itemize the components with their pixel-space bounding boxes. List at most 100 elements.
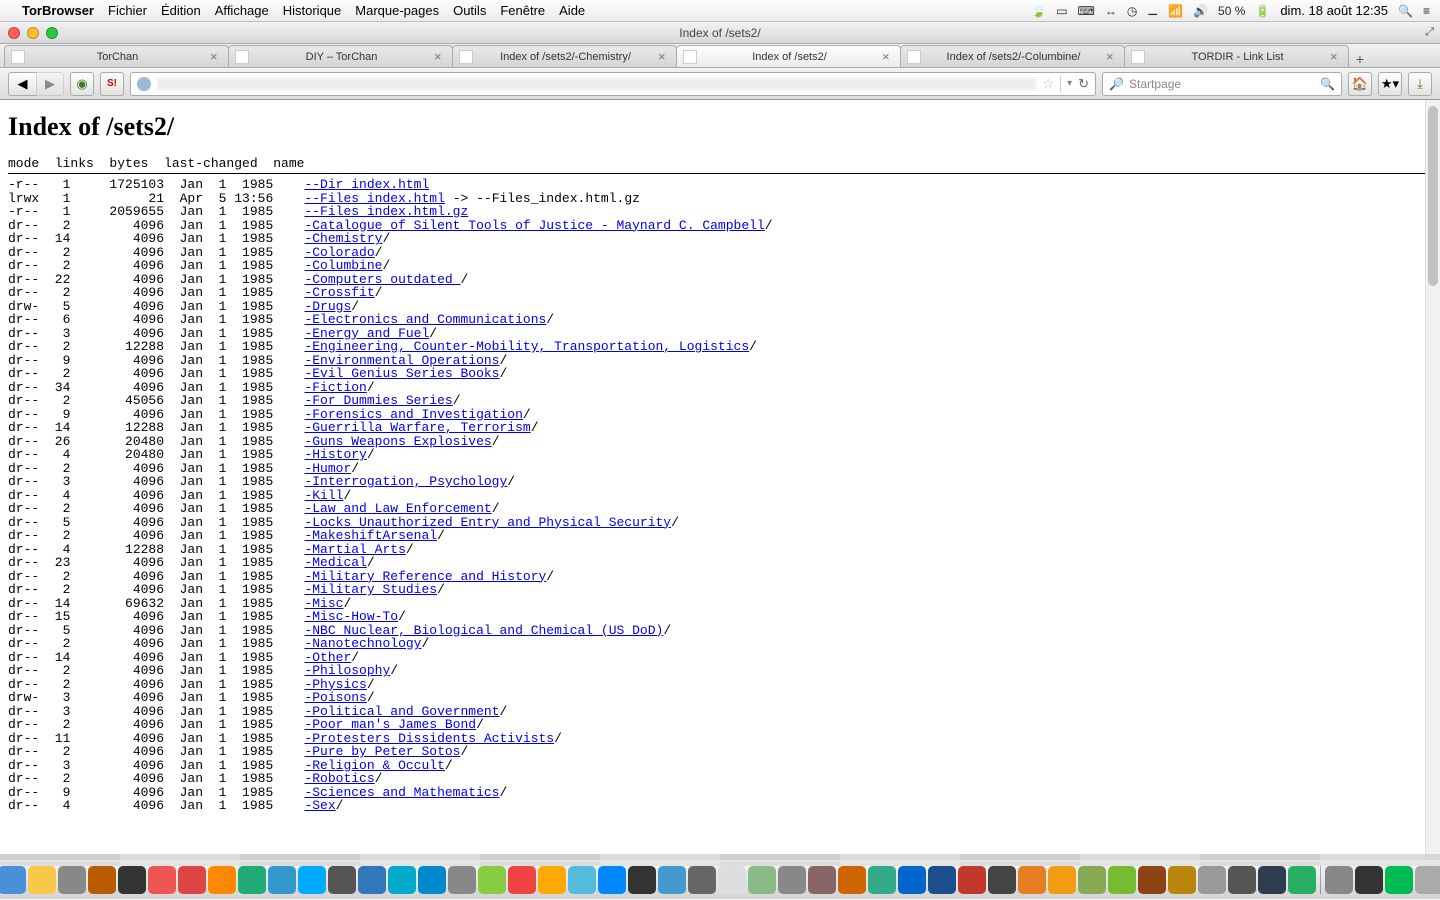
- dock-app-icon[interactable]: [1108, 866, 1136, 894]
- page-content[interactable]: Index of /sets2/ mode links bytes last-c…: [0, 100, 1440, 860]
- dock-app-icon[interactable]: [568, 866, 596, 894]
- keyboard-icon[interactable]: ⌨: [1078, 4, 1095, 18]
- dock-app-icon[interactable]: [268, 866, 296, 894]
- tab-2[interactable]: Index of /sets2/-Chemistry/×: [452, 45, 677, 67]
- dock-app-icon[interactable]: [718, 866, 746, 894]
- scrollbar-thumb[interactable]: [1428, 106, 1438, 286]
- tab-4[interactable]: Index of /sets2/-Columbine/×: [900, 45, 1125, 67]
- search-engine-icon[interactable]: 🔎: [1109, 77, 1123, 91]
- dock-app-icon[interactable]: [328, 866, 356, 894]
- menu-historique[interactable]: Historique: [283, 3, 342, 18]
- menu-aide[interactable]: Aide: [559, 3, 585, 18]
- dock-app-icon[interactable]: [1288, 866, 1316, 894]
- dock[interactable]: [0, 860, 1440, 900]
- sync-icon[interactable]: ↔: [1105, 4, 1117, 18]
- dock-app-icon[interactable]: [1228, 866, 1256, 894]
- torbutton-icon[interactable]: ◉: [70, 72, 94, 96]
- display-icon[interactable]: ▭: [1056, 4, 1067, 18]
- dock-app-icon[interactable]: [1018, 866, 1046, 894]
- dock-app-icon[interactable]: [88, 866, 116, 894]
- dock-app-icon[interactable]: [448, 866, 476, 894]
- tab-close-icon[interactable]: ×: [210, 49, 222, 64]
- tab-3[interactable]: Index of /sets2/×: [676, 45, 901, 67]
- dock-app-icon[interactable]: [658, 866, 686, 894]
- dock-app-icon[interactable]: [508, 866, 536, 894]
- dock-app-icon[interactable]: [178, 866, 206, 894]
- dock-app-icon[interactable]: [28, 866, 56, 894]
- dock-app-icon[interactable]: [208, 866, 236, 894]
- url-bar[interactable]: ☆ ▾ ↻: [130, 72, 1096, 96]
- tab-close-icon[interactable]: ×: [658, 49, 670, 64]
- battery-icon[interactable]: 🔋: [1255, 4, 1270, 18]
- search-submit-icon[interactable]: 🔍: [1320, 77, 1335, 91]
- battery-pct[interactable]: 50 %: [1218, 4, 1245, 18]
- forward-button[interactable]: ▶: [36, 72, 64, 96]
- vertical-scrollbar[interactable]: [1425, 100, 1440, 860]
- dock-app-icon[interactable]: [928, 866, 956, 894]
- dock-app-icon[interactable]: [118, 866, 146, 894]
- menu-marque-pages[interactable]: Marque-pages: [355, 3, 439, 18]
- dock-app-icon[interactable]: [808, 866, 836, 894]
- search-bar[interactable]: 🔎 Startpage 🔍: [1102, 72, 1342, 96]
- dock-app-icon[interactable]: [628, 866, 656, 894]
- reload-button[interactable]: ↻: [1078, 76, 1089, 92]
- tab-close-icon[interactable]: ×: [882, 49, 894, 64]
- dock-app-icon[interactable]: [538, 866, 566, 894]
- dock-app-icon[interactable]: [1415, 866, 1440, 894]
- dropdown-icon[interactable]: ▾: [1067, 78, 1072, 89]
- dock-app-icon[interactable]: [1078, 866, 1106, 894]
- downloads-button[interactable]: ⤓: [1408, 72, 1432, 96]
- home-button[interactable]: 🏠: [1348, 72, 1372, 96]
- dock-app-icon[interactable]: [1258, 866, 1286, 894]
- dock-app-icon[interactable]: [958, 866, 986, 894]
- menu-fenetre[interactable]: Fenêtre: [500, 3, 545, 18]
- timemachine-icon[interactable]: ◷: [1127, 4, 1137, 18]
- tab-0[interactable]: TorChan×: [4, 45, 229, 67]
- dock-app-icon[interactable]: [988, 866, 1016, 894]
- wifi-icon[interactable]: 📶: [1168, 4, 1183, 18]
- notification-center-icon[interactable]: ≡: [1423, 4, 1430, 18]
- site-identity-icon[interactable]: [137, 77, 151, 91]
- dock-app-icon[interactable]: [898, 866, 926, 894]
- dock-app-icon[interactable]: [1355, 866, 1383, 894]
- dock-app-icon[interactable]: [478, 866, 506, 894]
- bookmark-star-icon[interactable]: ☆: [1042, 76, 1054, 92]
- leaf-icon[interactable]: 🍃: [1031, 4, 1046, 18]
- tab-close-icon[interactable]: ×: [1330, 49, 1342, 64]
- dock-app-icon[interactable]: [1385, 866, 1413, 894]
- dock-app-icon[interactable]: [1198, 866, 1226, 894]
- menubar-clock[interactable]: dim. 18 août 12:35: [1280, 3, 1388, 18]
- dock-app-icon[interactable]: [1325, 866, 1353, 894]
- dock-app-icon[interactable]: [1138, 866, 1166, 894]
- dock-app-icon[interactable]: [148, 866, 176, 894]
- dock-app-icon[interactable]: [298, 866, 326, 894]
- menu-affichage[interactable]: Affichage: [215, 3, 269, 18]
- volume-icon[interactable]: 🔊: [1193, 4, 1208, 18]
- dock-app-icon[interactable]: [388, 866, 416, 894]
- dock-app-icon[interactable]: [1168, 866, 1196, 894]
- dock-app-icon[interactable]: [748, 866, 776, 894]
- dock-app-icon[interactable]: [598, 866, 626, 894]
- dock-app-icon[interactable]: [58, 866, 86, 894]
- tab-1[interactable]: DIY – TorChan×: [228, 45, 453, 67]
- tab-5[interactable]: TORDIR - Link List×: [1124, 45, 1349, 67]
- bluetooth-icon[interactable]: ⚊: [1147, 4, 1158, 18]
- dock-app-icon[interactable]: [0, 866, 26, 894]
- fullscreen-button[interactable]: ⤢: [1425, 26, 1434, 39]
- dock-app-icon[interactable]: [838, 866, 866, 894]
- dock-app-icon[interactable]: [868, 866, 896, 894]
- listing-link[interactable]: -Sex: [304, 798, 335, 813]
- dock-app-icon[interactable]: [238, 866, 266, 894]
- dock-app-icon[interactable]: [778, 866, 806, 894]
- menu-fichier[interactable]: Fichier: [108, 3, 147, 18]
- menu-edition[interactable]: Édition: [161, 3, 201, 18]
- dock-app-icon[interactable]: [358, 866, 386, 894]
- dock-app-icon[interactable]: [688, 866, 716, 894]
- noscript-icon[interactable]: S!: [100, 72, 124, 96]
- menu-outils[interactable]: Outils: [453, 3, 486, 18]
- back-button[interactable]: ◀: [8, 72, 36, 96]
- tab-close-icon[interactable]: ×: [434, 49, 446, 64]
- new-tab-button[interactable]: +: [1348, 51, 1372, 67]
- tab-close-icon[interactable]: ×: [1106, 49, 1118, 64]
- window-titlebar[interactable]: Index of /sets2/ ⤢: [0, 22, 1440, 44]
